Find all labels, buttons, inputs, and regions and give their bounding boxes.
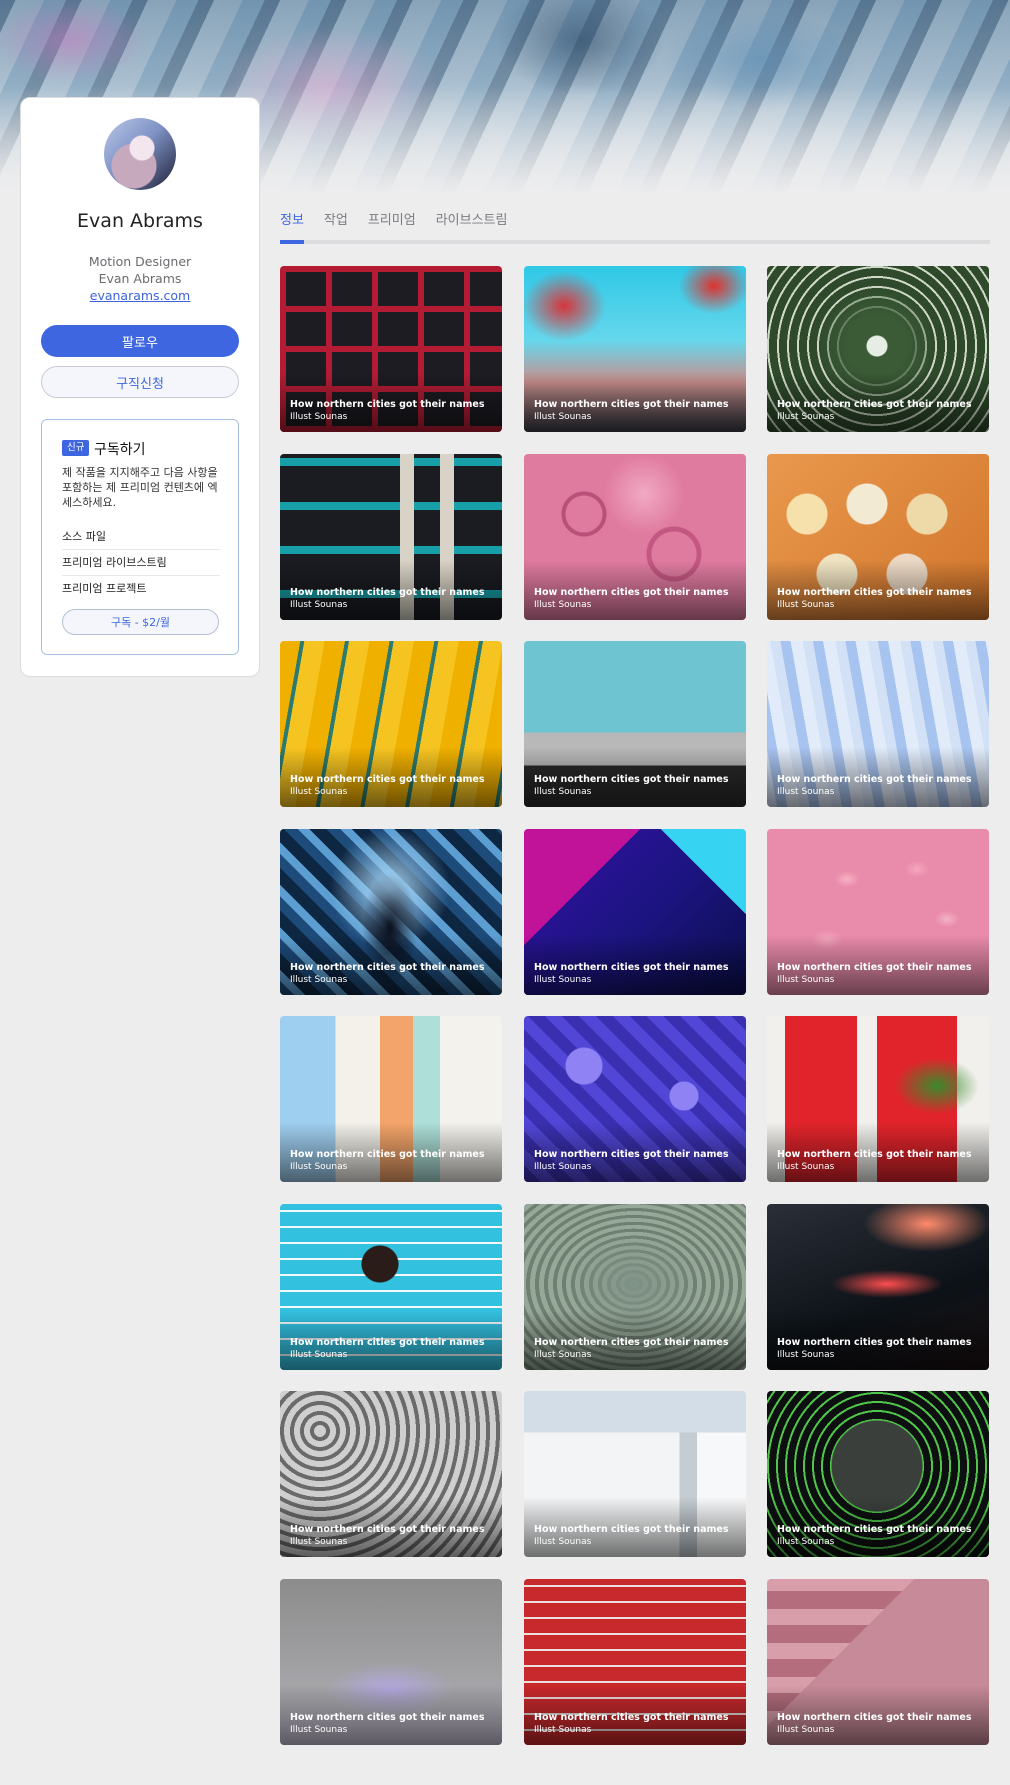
project-card[interactable]: How northern cities got their names Illus… <box>767 266 989 432</box>
project-author: Illust Sounas <box>777 1162 835 1172</box>
project-title: How northern cities got their names <box>290 1149 485 1160</box>
project-title: How northern cities got their names <box>534 1337 729 1348</box>
tab-info[interactable]: 정보 <box>280 209 304 229</box>
project-author: Illust Sounas <box>534 1350 592 1360</box>
profile-website-link[interactable]: evanarams.com <box>21 288 259 303</box>
project-card[interactable]: How northern cities got their names Illus… <box>524 641 746 807</box>
project-card[interactable]: How northern cities got their names Illus… <box>524 829 746 995</box>
project-card[interactable]: How northern cities got their names Illus… <box>524 454 746 620</box>
project-card[interactable]: How northern cities got their names Illus… <box>767 1579 989 1745</box>
project-card[interactable]: How northern cities got their names Illus… <box>280 266 502 432</box>
project-title: How northern cities got their names <box>534 1712 729 1723</box>
project-title: How northern cities got their names <box>777 1712 972 1723</box>
project-card[interactable]: How northern cities got their names Illus… <box>280 1579 502 1745</box>
project-title: How northern cities got their names <box>777 962 972 973</box>
project-author: Illust Sounas <box>777 412 835 422</box>
project-author: Illust Sounas <box>534 1162 592 1172</box>
benefit-item: 프리미엄 프로젝트 <box>62 582 147 595</box>
project-card[interactable]: How northern cities got their names Illus… <box>767 1391 989 1557</box>
project-author: Illust Sounas <box>290 412 348 422</box>
project-author: Illust Sounas <box>777 1350 835 1360</box>
project-title: How northern cities got their names <box>290 1712 485 1723</box>
subscription-benefits-list: 소스 파일 프리미엄 라이브스트림 프리미엄 프로젝트 <box>62 524 220 602</box>
profile-tabs: 정보 작업 프리미엄 라이브스트림 <box>280 209 527 229</box>
project-author: Illust Sounas <box>534 1537 592 1547</box>
project-author: Illust Sounas <box>534 600 592 610</box>
project-author: Illust Sounas <box>290 1350 348 1360</box>
project-author: Illust Sounas <box>290 1725 348 1735</box>
project-card[interactable]: How northern cities got their names Illus… <box>767 641 989 807</box>
project-title: How northern cities got their names <box>777 1524 972 1535</box>
project-card[interactable]: How northern cities got their names Illus… <box>524 1579 746 1745</box>
project-card[interactable]: How northern cities got their names Illus… <box>524 266 746 432</box>
profile-subname: Evan Abrams <box>98 271 182 286</box>
project-card[interactable]: How northern cities got their names Illus… <box>280 641 502 807</box>
tab-work[interactable]: 작업 <box>324 209 348 229</box>
project-card[interactable]: How northern cities got their names Illus… <box>280 829 502 995</box>
project-card[interactable]: How northern cities got their names Illus… <box>524 1016 746 1182</box>
subscribe-button[interactable]: 구독 - $2/월 <box>62 609 219 635</box>
project-card[interactable]: How northern cities got their names Illus… <box>524 1204 746 1370</box>
project-author: Illust Sounas <box>290 1537 348 1547</box>
tab-track <box>280 240 990 244</box>
profile-role: Motion Designer <box>88 254 192 269</box>
project-title: How northern cities got their names <box>777 587 972 598</box>
project-title: How northern cities got their names <box>534 1524 729 1535</box>
subscription-title: 구독하기 <box>94 442 146 458</box>
project-card[interactable]: How northern cities got their names Illus… <box>524 1391 746 1557</box>
project-title: How northern cities got their names <box>534 399 729 410</box>
project-card[interactable]: How northern cities got their names Illus… <box>280 1016 502 1182</box>
project-title: How northern cities got their names <box>777 399 972 410</box>
tab-active-indicator <box>280 240 304 244</box>
benefit-item: 소스 파일 <box>62 524 220 550</box>
tab-livestream[interactable]: 라이브스트림 <box>436 209 508 229</box>
project-card[interactable]: How northern cities got their names Illus… <box>280 1391 502 1557</box>
project-title: How northern cities got their names <box>290 962 485 973</box>
project-title: How northern cities got their names <box>777 1149 972 1160</box>
project-title: How northern cities got their names <box>290 1524 485 1535</box>
benefit-item: 프리미엄 라이브스트림 <box>62 550 220 576</box>
project-title: How northern cities got their names <box>777 1337 972 1348</box>
project-title: How northern cities got their names <box>534 587 729 598</box>
project-author: Illust Sounas <box>777 975 835 985</box>
project-author: Illust Sounas <box>534 1725 592 1735</box>
project-title: How northern cities got their names <box>290 399 485 410</box>
project-author: Illust Sounas <box>290 787 348 797</box>
profile-card: Evan Abrams Motion Designer Evan Abrams … <box>20 97 260 677</box>
project-card[interactable]: How northern cities got their names Illus… <box>767 454 989 620</box>
project-card[interactable]: How northern cities got their names Illus… <box>280 454 502 620</box>
project-author: Illust Sounas <box>777 787 835 797</box>
subscription-box: 신규 구독하기 제 작품을 지지해주고 다음 사항을 포함하는 제 프리미엄 컨… <box>41 419 239 655</box>
project-author: Illust Sounas <box>534 412 592 422</box>
project-author: Illust Sounas <box>777 600 835 610</box>
project-card[interactable]: How northern cities got their names Illus… <box>767 1204 989 1370</box>
tab-premium[interactable]: 프리미엄 <box>368 209 416 229</box>
project-author: Illust Sounas <box>777 1537 835 1547</box>
project-author: Illust Sounas <box>290 1162 348 1172</box>
project-author: Illust Sounas <box>534 975 592 985</box>
subscription-description: 제 작품을 지지해주고 다음 사항을 포함하는 제 프리미엄 컨텐츠에 엑세스하… <box>62 466 218 509</box>
project-card[interactable]: How northern cities got their names Illus… <box>767 1016 989 1182</box>
profile-name: Evan Abrams <box>77 210 203 232</box>
project-title: How northern cities got their names <box>534 962 729 973</box>
project-author: Illust Sounas <box>290 600 348 610</box>
hire-button[interactable]: 구직신청 <box>41 366 239 398</box>
project-title: How northern cities got their names <box>290 1337 485 1348</box>
project-title: How northern cities got their names <box>290 774 485 785</box>
project-author: Illust Sounas <box>290 975 348 985</box>
project-card[interactable]: How northern cities got their names Illus… <box>280 1204 502 1370</box>
project-author: Illust Sounas <box>777 1725 835 1735</box>
project-title: How northern cities got their names <box>534 1149 729 1160</box>
project-title: How northern cities got their names <box>290 587 485 598</box>
follow-button[interactable]: 팔로우 <box>41 325 239 357</box>
project-author: Illust Sounas <box>534 787 592 797</box>
project-card[interactable]: How northern cities got their names Illus… <box>767 829 989 995</box>
avatar[interactable] <box>104 118 176 190</box>
project-title: How northern cities got their names <box>777 774 972 785</box>
project-title: How northern cities got their names <box>534 774 729 785</box>
new-badge: 신규 <box>62 440 90 456</box>
